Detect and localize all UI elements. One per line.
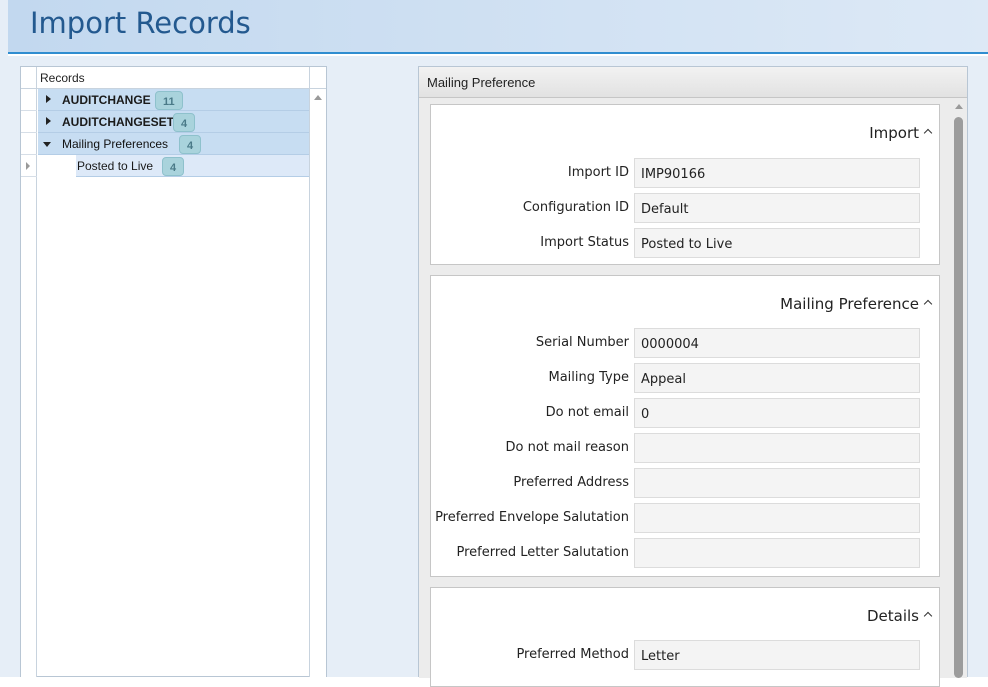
field-label: Preferred Method: [516, 647, 629, 662]
field-label: Serial Number: [535, 335, 629, 350]
gutter-cell: [21, 111, 37, 133]
preferred-method-field[interactable]: Letter: [634, 640, 920, 670]
tree-item-auditchangeset[interactable]: AUDITCHANGESET 4: [38, 111, 309, 133]
page-header: Import Records: [8, 0, 988, 54]
tree-header: Records: [21, 67, 326, 89]
section-mailing-preference: Mailing Preference Serial Number 0000004…: [430, 275, 940, 577]
tree-item-mailing-preferences[interactable]: Mailing Preferences 4: [38, 133, 309, 155]
gutter-cell-current[interactable]: [21, 155, 37, 177]
tree-column-label: Records: [40, 71, 85, 85]
count-badge: 4: [162, 157, 185, 176]
field-label: Import Status: [540, 235, 629, 250]
configuration-id-field[interactable]: Default: [634, 193, 920, 223]
section-details: Details Preferred Method Letter: [430, 587, 940, 687]
field-label: Preferred Envelope Salutation: [435, 510, 629, 525]
tree-item-label: Mailing Preferences: [62, 137, 169, 151]
field-label: Do not mail reason: [505, 440, 630, 455]
preferred-letter-salutation-field[interactable]: [634, 538, 920, 568]
collapse-caret-icon[interactable]: [924, 610, 933, 619]
scroll-up-icon[interactable]: [955, 104, 963, 109]
preferred-address-field[interactable]: [634, 468, 920, 498]
preferred-envelope-salutation-field[interactable]: [634, 503, 920, 533]
tree-row-gutter: [21, 89, 37, 677]
expand-arrow-icon[interactable]: [46, 117, 51, 125]
mailing-type-field[interactable]: Appeal: [634, 363, 920, 393]
scroll-up-icon[interactable]: [314, 95, 322, 100]
detail-scrollbar[interactable]: [950, 98, 967, 678]
page-title: Import Records: [30, 6, 251, 40]
tree-scrollbar[interactable]: [309, 89, 326, 677]
field-label: Configuration ID: [522, 200, 629, 215]
section-import: Import Import ID IMP90166 Configuration …: [430, 104, 940, 265]
do-not-email-field[interactable]: 0: [634, 398, 920, 428]
field-label: Mailing Type: [548, 370, 629, 385]
tree-item-label: AUDITCHANGESET: [62, 115, 175, 129]
import-id-field[interactable]: IMP90166: [634, 158, 920, 188]
detail-panel-header: Mailing Preference: [419, 67, 967, 98]
count-badge: 4: [173, 113, 196, 132]
section-title: Import: [869, 124, 919, 142]
tree-item-posted-to-live[interactable]: Posted to Live 4: [76, 155, 309, 177]
field-label: Do not email: [545, 405, 629, 420]
serial-number-field[interactable]: 0000004: [634, 328, 920, 358]
field-label: Preferred Address: [513, 475, 629, 490]
gutter-cell: [21, 133, 37, 155]
collapse-arrow-icon[interactable]: [43, 142, 51, 147]
gutter-cell: [21, 89, 37, 111]
field-label: Preferred Letter Salutation: [456, 545, 629, 560]
tree-gutter-header: [21, 67, 37, 89]
do-not-mail-reason-field[interactable]: [634, 433, 920, 463]
import-status-field[interactable]: Posted to Live: [634, 228, 920, 258]
tree-item-auditchange[interactable]: AUDITCHANGE 11: [38, 89, 309, 111]
collapse-caret-icon[interactable]: [924, 127, 933, 136]
section-title: Mailing Preference: [780, 295, 919, 313]
detail-body: Import Import ID IMP90166 Configuration …: [419, 98, 967, 687]
field-label: Import ID: [567, 165, 629, 180]
count-badge: 11: [155, 91, 183, 110]
detail-panel-title: Mailing Preference: [427, 75, 536, 90]
records-tree-panel: Records AUDITCHANGE 11 AUDITCHANGESET 4 …: [20, 66, 327, 677]
window-left-strip: [0, 0, 8, 677]
collapse-caret-icon[interactable]: [924, 298, 933, 307]
current-row-indicator-icon: [26, 162, 30, 170]
tree-header-corner: [309, 67, 326, 89]
section-title: Details: [866, 607, 919, 625]
count-badge: 4: [179, 135, 202, 154]
tree-item-label: Posted to Live: [77, 159, 154, 173]
scrollbar-thumb[interactable]: [954, 117, 963, 678]
tree-item-label: AUDITCHANGE: [62, 93, 151, 107]
expand-arrow-icon[interactable]: [46, 95, 51, 103]
mailing-preference-panel: Mailing Preference Import Import ID IMP9…: [418, 66, 968, 687]
